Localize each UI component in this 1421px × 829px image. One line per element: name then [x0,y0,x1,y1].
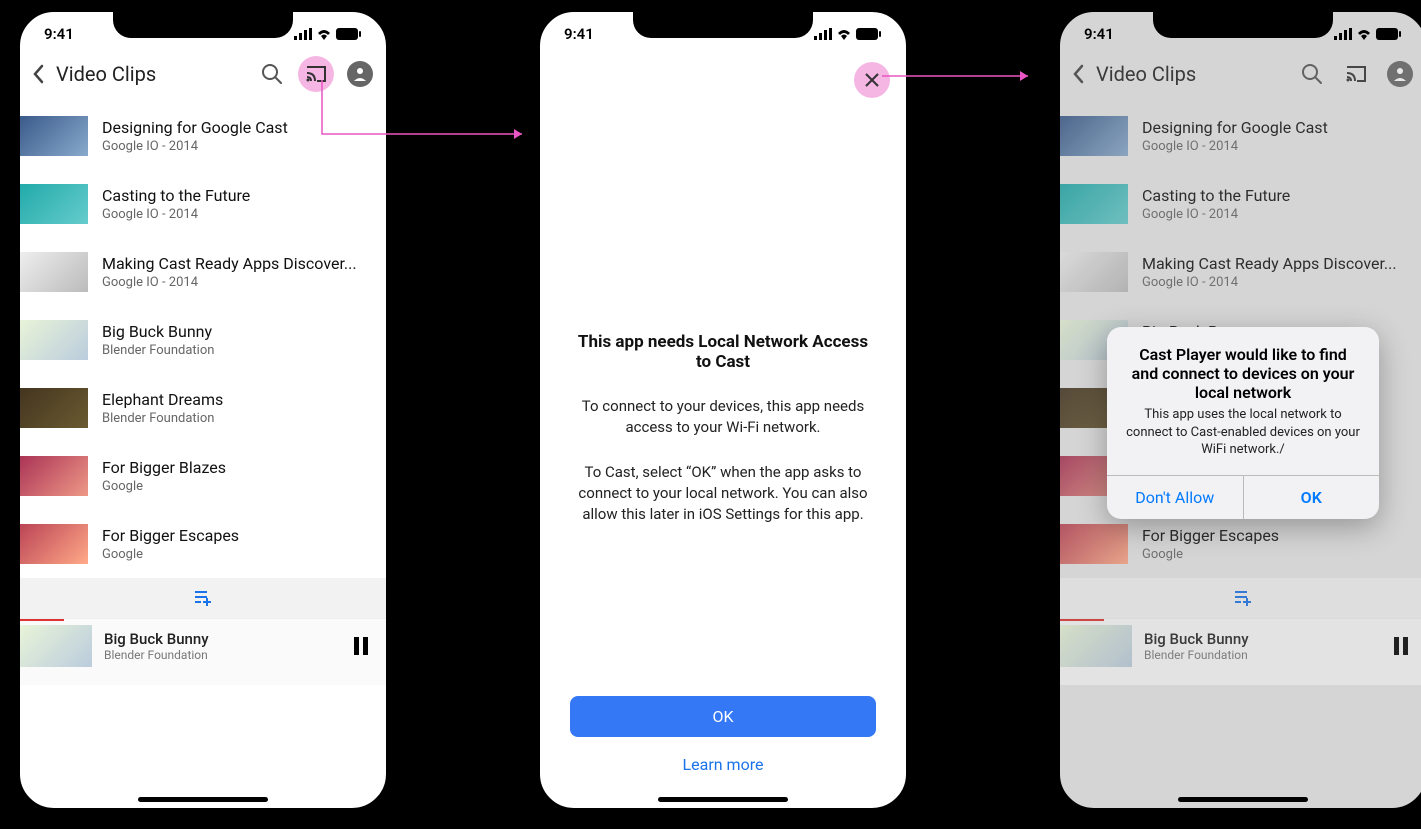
permission-explainer: This app needs Local Network Access to C… [540,52,906,808]
ok-button[interactable]: OK [570,696,876,737]
list-item[interactable]: Casting to the Future Google IO - 2014 [20,170,386,238]
video-title: For Bigger Escapes [102,526,239,545]
home-indicator[interactable] [658,797,788,802]
phone-screen-3: 9:41 Video Clips Designing for Google Ca… [1048,0,1421,820]
close-icon [865,73,879,87]
status-time: 9:41 [564,25,594,43]
close-button-highlighted[interactable] [854,62,890,98]
cast-button-highlighted[interactable] [298,56,334,92]
pause-icon [354,637,368,655]
avatar-icon [347,61,373,87]
page-title: Video Clips [56,62,246,86]
battery-icon [856,28,882,40]
explainer-heading: This app needs Local Network Access to C… [570,332,876,372]
chevron-left-icon [32,64,44,84]
video-subtitle: Blender Foundation [102,411,223,426]
video-subtitle: Google IO - 2014 [102,139,288,154]
cast-icon [305,65,327,83]
video-title: Making Cast Ready Apps Discover... [102,254,357,273]
list-item[interactable]: Big Buck Bunny Blender Foundation [20,306,386,374]
video-subtitle: Google [102,547,239,562]
queue-bar[interactable] [20,578,386,618]
video-thumbnail [20,252,88,292]
wifi-icon [836,28,852,40]
mini-thumbnail [20,625,92,667]
video-title: Elephant Dreams [102,390,223,409]
ok-button[interactable]: OK [1244,476,1380,519]
status-icons [814,28,882,40]
search-button[interactable] [254,56,290,92]
video-title: Casting to the Future [102,186,250,205]
status-icons [294,28,362,40]
video-list[interactable]: Designing for Google Cast Google IO - 201… [20,102,386,578]
video-thumbnail [20,116,88,156]
back-button[interactable] [28,64,48,84]
signal-icon [814,28,832,40]
video-title: For Bigger Blazes [102,458,226,477]
video-thumbnail [20,456,88,496]
list-item[interactable]: For Bigger Escapes Google [20,510,386,578]
video-title: Designing for Google Cast [102,118,288,137]
list-item[interactable]: Elephant Dreams Blender Foundation [20,374,386,442]
signal-icon [294,28,312,40]
notch [113,10,293,38]
list-item[interactable]: Making Cast Ready Apps Discover... Google… [20,238,386,306]
ios-permission-alert: Cast Player would like to find and conne… [1107,327,1379,519]
account-button[interactable] [342,56,378,92]
video-subtitle: Google IO - 2014 [102,207,250,222]
battery-icon [336,28,362,40]
notch [1153,10,1333,38]
home-indicator[interactable] [138,797,268,802]
app-header: Video Clips [20,52,386,102]
video-subtitle: Google [102,479,226,494]
alert-title: Cast Player would like to find and conne… [1107,327,1379,406]
video-thumbnail [20,524,88,564]
alert-buttons: Don't Allow OK [1107,475,1379,519]
status-time: 9:41 [44,25,74,43]
phone-screen-2: 9:41 This app needs Local Network Access… [528,0,918,820]
notch [633,10,813,38]
list-item[interactable]: Designing for Google Cast Google IO - 201… [20,102,386,170]
dont-allow-button[interactable]: Don't Allow [1107,476,1244,519]
mini-player[interactable]: Big Buck Bunny Blender Foundation [20,618,386,685]
video-thumbnail [20,388,88,428]
video-thumbnail [20,184,88,224]
list-item[interactable]: For Bigger Blazes Google [20,442,386,510]
phone-screen-1: 9:41 Video Clips Designing for Google Ca… [8,0,398,820]
playlist-add-icon [193,590,213,606]
video-subtitle: Blender Foundation [102,343,214,358]
alert-message: This app uses the local network to conne… [1107,406,1379,475]
mini-subtitle: Blender Foundation [104,648,342,662]
mini-title: Big Buck Bunny [104,630,342,648]
video-subtitle: Google IO - 2014 [102,275,357,290]
search-icon [261,63,283,85]
mini-progress-bar [20,619,64,621]
explainer-paragraph-2: To Cast, select “OK” when the app asks t… [570,462,876,525]
pause-button[interactable] [354,637,368,655]
video-thumbnail [20,320,88,360]
wifi-icon [316,28,332,40]
explainer-paragraph-1: To connect to your devices, this app nee… [570,396,876,438]
video-title: Big Buck Bunny [102,322,214,341]
